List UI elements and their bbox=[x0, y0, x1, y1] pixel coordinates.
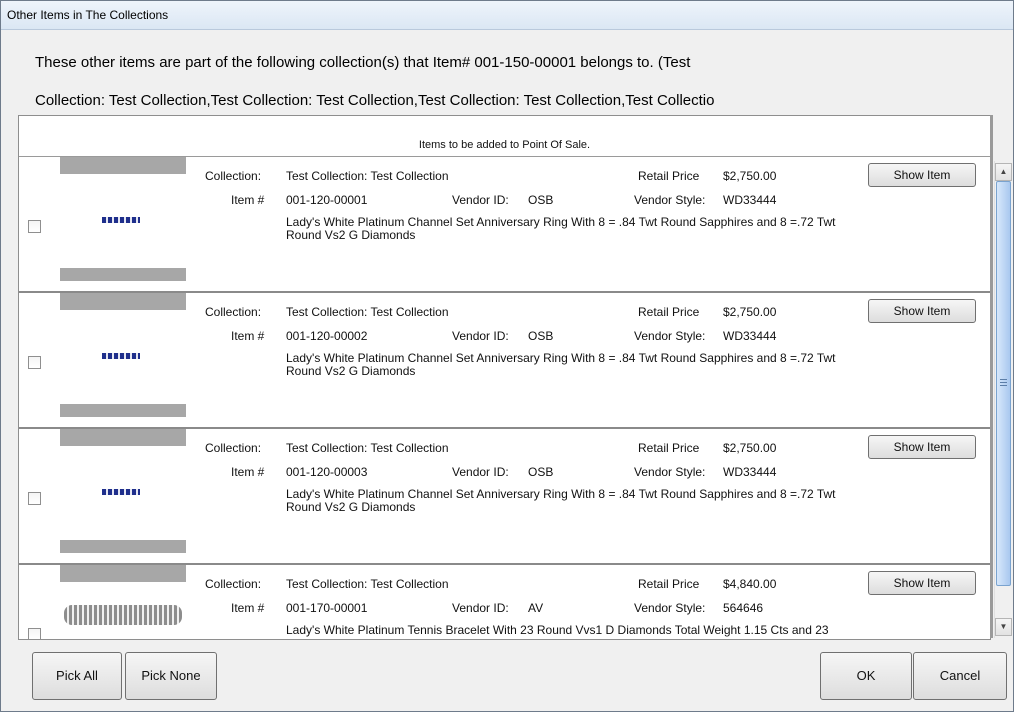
items-list: Items to be added to Point Of Sale. Coll… bbox=[18, 115, 991, 640]
thumbnail-bottom-bar bbox=[60, 540, 186, 553]
vendor-id-value: AV bbox=[528, 601, 544, 615]
item-number-label: Item # bbox=[231, 601, 265, 615]
collection-value: Test Collection: Test Collection bbox=[286, 441, 449, 455]
item-thumbnail bbox=[60, 293, 186, 417]
item-thumbnail bbox=[60, 429, 186, 553]
vendor-style-label: Vendor Style: bbox=[634, 329, 706, 343]
retail-price-value: $2,750.00 bbox=[723, 441, 777, 455]
retail-price-value: $2,750.00 bbox=[723, 169, 777, 183]
collection-label: Collection: bbox=[205, 169, 262, 183]
vendor-style-value: WD33444 bbox=[723, 465, 777, 479]
ok-button[interactable]: OK bbox=[820, 652, 912, 700]
show-item-button[interactable]: Show Item bbox=[868, 571, 976, 595]
item-description: Lady's White Platinum Channel Set Annive… bbox=[286, 216, 966, 242]
collection-label: Collection: bbox=[205, 441, 262, 455]
item-thumbnail bbox=[60, 157, 186, 281]
item-description: Lady's White Platinum Channel Set Annive… bbox=[286, 488, 966, 514]
list-right-divider bbox=[990, 115, 993, 638]
vendor-id-label: Vendor ID: bbox=[452, 329, 509, 343]
vendor-id-value: OSB bbox=[528, 329, 554, 343]
retail-price-value: $4,840.00 bbox=[723, 577, 777, 591]
item-checkbox[interactable] bbox=[28, 220, 41, 233]
vendor-id-value: OSB bbox=[528, 465, 554, 479]
collection-label: Collection: bbox=[205, 577, 262, 591]
pick-none-button[interactable]: Pick None bbox=[125, 652, 217, 700]
show-item-button[interactable]: Show Item bbox=[868, 435, 976, 459]
collection-message-line1: These other items are part of the follow… bbox=[35, 54, 691, 71]
item-thumbnail bbox=[60, 565, 186, 639]
retail-price-value: $2,750.00 bbox=[723, 305, 777, 319]
cancel-button[interactable]: Cancel bbox=[913, 652, 1007, 700]
item-number-value: 001-170-00001 bbox=[286, 601, 368, 615]
item-row: Collection: Test Collection: Test Collec… bbox=[19, 565, 990, 639]
item-description-line2: Round Vs2 G Diamonds bbox=[286, 500, 416, 514]
vendor-id-value: OSB bbox=[528, 193, 554, 207]
item-description-line2: Round Vs2 G Diamonds bbox=[286, 228, 416, 242]
vendor-style-value: 564646 bbox=[723, 601, 764, 615]
show-item-button[interactable]: Show Item bbox=[868, 163, 976, 187]
item-description: Lady's White Platinum Channel Set Annive… bbox=[286, 352, 966, 378]
thumbnail-top-bar bbox=[60, 293, 186, 310]
collection-value: Test Collection: Test Collection bbox=[286, 577, 449, 591]
thumbnail-top-bar bbox=[60, 565, 186, 582]
item-row: Collection: Test Collection: Test Collec… bbox=[19, 429, 990, 565]
collection-label: Collection: bbox=[205, 305, 262, 319]
scroll-grip-icon bbox=[1000, 379, 1007, 388]
retail-price-label: Retail Price bbox=[638, 305, 700, 319]
ring-image bbox=[102, 353, 140, 359]
ring-image bbox=[102, 489, 140, 495]
collection-message-line2: Collection: Test Collection,Test Collect… bbox=[35, 92, 715, 109]
vendor-style-value: WD33444 bbox=[723, 193, 777, 207]
item-number-value: 001-120-00003 bbox=[286, 465, 368, 479]
thumbnail-bottom-bar bbox=[60, 268, 186, 281]
item-number-value: 001-120-00001 bbox=[286, 193, 368, 207]
vendor-id-label: Vendor ID: bbox=[452, 465, 509, 479]
item-number-label: Item # bbox=[231, 465, 265, 479]
vendor-id-label: Vendor ID: bbox=[452, 601, 509, 615]
item-row: Collection: Test Collection: Test Collec… bbox=[19, 293, 990, 429]
list-header: Items to be added to Point Of Sale. bbox=[19, 116, 990, 157]
thumbnail-top-bar bbox=[60, 157, 186, 174]
list-header-text: Items to be added to Point Of Sale. bbox=[418, 139, 591, 151]
ring-image bbox=[102, 217, 140, 223]
scroll-up-arrow-icon[interactable]: ▲ bbox=[995, 163, 1012, 181]
item-checkbox[interactable] bbox=[28, 356, 41, 369]
thumbnail-bottom-bar bbox=[60, 404, 186, 417]
bracelet-image bbox=[64, 605, 182, 625]
vendor-style-label: Vendor Style: bbox=[634, 465, 706, 479]
items-rows: Collection: Test Collection: Test Collec… bbox=[19, 157, 990, 639]
retail-price-label: Retail Price bbox=[638, 441, 700, 455]
window-title: Other Items in The Collections bbox=[7, 8, 169, 22]
collection-value: Test Collection: Test Collection bbox=[286, 169, 449, 183]
vendor-style-label: Vendor Style: bbox=[634, 193, 706, 207]
list-scrollbar[interactable]: ▲ ▼ bbox=[994, 161, 1012, 638]
vendor-id-label: Vendor ID: bbox=[452, 193, 509, 207]
item-checkbox[interactable] bbox=[28, 492, 41, 505]
scrollbar-thumb[interactable] bbox=[996, 181, 1011, 586]
pick-all-button[interactable]: Pick All bbox=[32, 652, 122, 700]
retail-price-label: Retail Price bbox=[638, 169, 700, 183]
item-row: Collection: Test Collection: Test Collec… bbox=[19, 157, 990, 293]
dialog-window: Other Items in The Collections These oth… bbox=[0, 0, 1014, 712]
item-checkbox[interactable] bbox=[28, 628, 41, 639]
item-description: Lady's White Platinum Tennis Bracelet Wi… bbox=[286, 624, 966, 637]
item-number-label: Item # bbox=[231, 329, 265, 343]
title-bar: Other Items in The Collections bbox=[1, 1, 1013, 30]
show-item-button[interactable]: Show Item bbox=[868, 299, 976, 323]
collection-value: Test Collection: Test Collection bbox=[286, 305, 449, 319]
thumbnail-top-bar bbox=[60, 429, 186, 446]
item-number-value: 001-120-00002 bbox=[286, 329, 368, 343]
vendor-style-label: Vendor Style: bbox=[634, 601, 706, 615]
item-description-line1: Lady's White Platinum Tennis Bracelet Wi… bbox=[286, 623, 829, 637]
retail-price-label: Retail Price bbox=[638, 577, 700, 591]
item-number-label: Item # bbox=[231, 193, 265, 207]
vendor-style-value: WD33444 bbox=[723, 329, 777, 343]
item-description-line2: Round Vs2 G Diamonds bbox=[286, 364, 416, 378]
scroll-down-arrow-icon[interactable]: ▼ bbox=[995, 618, 1012, 636]
